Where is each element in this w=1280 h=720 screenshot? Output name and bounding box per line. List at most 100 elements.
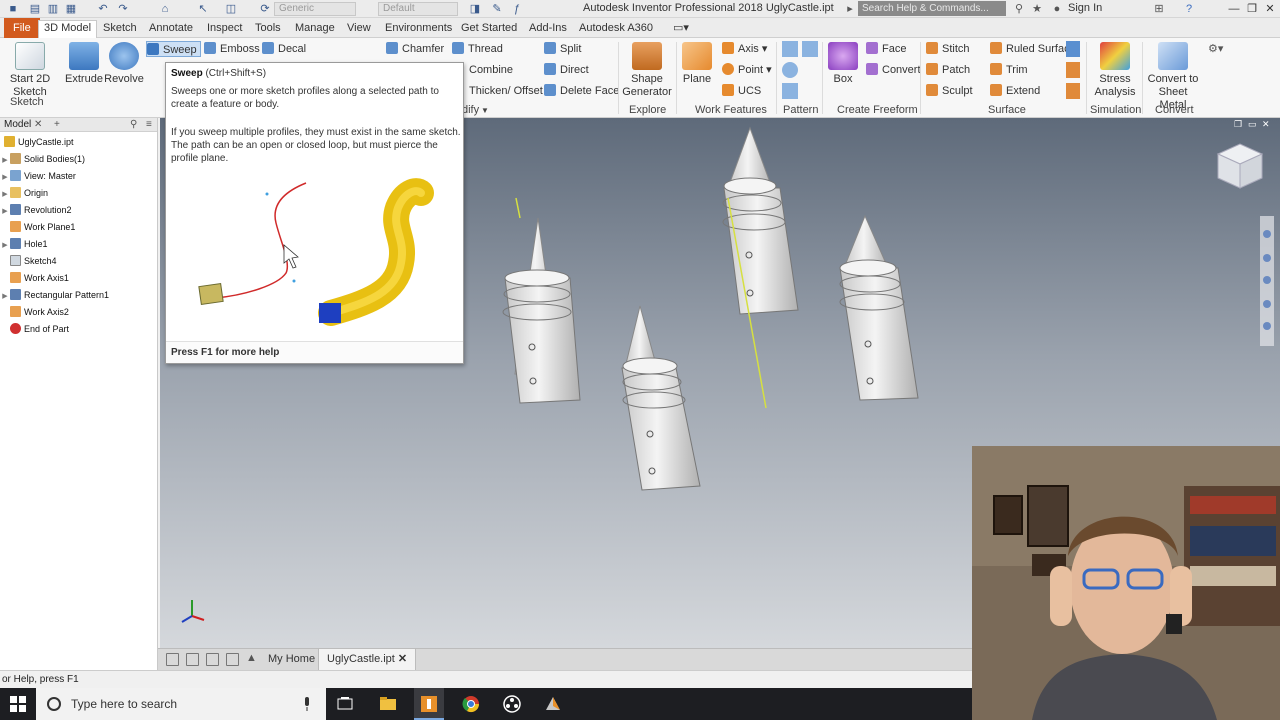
close-tab-icon[interactable]: ✕ bbox=[398, 653, 407, 665]
tab-environments[interactable]: Environments bbox=[380, 21, 457, 38]
tab-view[interactable]: View bbox=[342, 21, 376, 38]
box-button[interactable]: Box bbox=[828, 42, 858, 86]
expand-icon[interactable]: ▶ bbox=[0, 204, 10, 220]
minimize-icon[interactable]: — bbox=[1226, 1, 1242, 17]
tree-item-solid-bodies[interactable]: ▶ Solid Bodies(1) bbox=[0, 151, 85, 167]
tab-file[interactable]: File bbox=[4, 18, 40, 38]
expand-icon[interactable]: ▶ bbox=[0, 238, 10, 254]
tile-horizontal-icon[interactable] bbox=[166, 653, 179, 666]
expand-icon[interactable]: ▶ bbox=[0, 187, 10, 203]
point-button[interactable]: Point ▾ bbox=[722, 62, 772, 78]
circular-pattern-icon[interactable] bbox=[782, 62, 798, 78]
tree-item-rectangular-pattern1[interactable]: ▶ Rectangular Pattern1 bbox=[0, 287, 109, 303]
binoculars-icon[interactable]: ⚲ bbox=[1012, 2, 1026, 16]
home-icon[interactable]: ⌂ bbox=[158, 2, 172, 16]
app-menu-icon[interactable]: ■ bbox=[6, 2, 20, 16]
expand-icon[interactable]: ▶ bbox=[0, 170, 10, 186]
ruled-surface-button[interactable]: Ruled Surface bbox=[990, 41, 1076, 57]
user-icon[interactable]: ● bbox=[1050, 2, 1064, 16]
convert-button[interactable]: Convert bbox=[866, 62, 921, 78]
combine-button[interactable]: Combine bbox=[469, 62, 513, 78]
extend-button[interactable]: Extend bbox=[990, 83, 1040, 99]
chrome-icon[interactable] bbox=[461, 694, 481, 714]
viewport-close-icon[interactable]: ✕ bbox=[1262, 119, 1270, 129]
tree-item-origin[interactable]: ▶ Origin bbox=[0, 185, 48, 201]
tree-item-hole1[interactable]: ▶ Hole1 bbox=[0, 236, 48, 252]
tile-vertical-icon[interactable] bbox=[206, 653, 219, 666]
task-view-icon[interactable] bbox=[335, 694, 355, 714]
obs-icon[interactable] bbox=[502, 694, 522, 714]
material-dropdown[interactable]: Generic bbox=[274, 2, 356, 16]
app-icon[interactable] bbox=[543, 694, 563, 714]
tree-item-work-axis1[interactable]: Work Axis1 bbox=[0, 270, 69, 286]
thicken-offset-button[interactable]: Thicken/ Offset bbox=[469, 83, 543, 99]
cascade-icon[interactable] bbox=[226, 653, 239, 666]
thread-button[interactable]: Thread bbox=[452, 41, 503, 57]
tab-get-started[interactable]: Get Started bbox=[456, 21, 522, 38]
help-icon[interactable]: ? bbox=[1182, 2, 1196, 16]
microphone-icon[interactable] bbox=[302, 696, 312, 712]
triad-icon[interactable] bbox=[181, 600, 205, 623]
tree-item-sketch4[interactable]: Sketch4 bbox=[0, 253, 57, 269]
delete-face-button[interactable]: Delete Face bbox=[544, 83, 619, 99]
chamfer-button[interactable]: Chamfer bbox=[386, 41, 444, 57]
tab-inspect[interactable]: Inspect bbox=[202, 21, 247, 38]
stress-analysis-button[interactable]: Stress Analysis bbox=[1090, 42, 1140, 99]
expand-icon[interactable]: ▶ bbox=[0, 153, 10, 169]
axis-button[interactable]: Axis ▾ bbox=[722, 41, 767, 57]
navigation-bar[interactable] bbox=[1260, 216, 1274, 346]
browser-tab-model[interactable]: Model bbox=[4, 119, 31, 130]
mirror-icon[interactable] bbox=[802, 41, 818, 57]
tab-uglycastle[interactable]: UglyCastle.ipt ✕ bbox=[318, 649, 417, 670]
emboss-button[interactable]: Emboss bbox=[204, 41, 260, 57]
star-icon[interactable]: ★ bbox=[1030, 2, 1044, 16]
shape-generator-button[interactable]: Shape Generator bbox=[622, 42, 672, 99]
decal-button[interactable]: Decal bbox=[262, 41, 306, 57]
castle-tower[interactable] bbox=[502, 217, 581, 404]
sculpt-button[interactable]: Sculpt bbox=[926, 83, 973, 99]
browser-menu-icon[interactable]: ≡ bbox=[146, 119, 152, 130]
tab-annotate[interactable]: Annotate bbox=[144, 21, 198, 38]
repair-icon[interactable] bbox=[1066, 41, 1080, 57]
modify-panel-dropdown-icon[interactable]: ▼ bbox=[481, 106, 489, 115]
ucs-button[interactable]: UCS bbox=[722, 83, 761, 99]
work-axis-line[interactable] bbox=[515, 197, 521, 219]
inventor-taskbar-button[interactable] bbox=[414, 688, 444, 720]
new-icon[interactable]: ▤ bbox=[28, 2, 42, 16]
tab-3d-model[interactable]: 3D Model bbox=[38, 20, 98, 38]
redo-icon[interactable]: ↷ bbox=[116, 2, 130, 16]
stitch-button[interactable]: Stitch bbox=[926, 41, 970, 57]
split-button[interactable]: Split bbox=[544, 41, 581, 57]
start-2d-sketch-button[interactable]: Start 2D Sketch bbox=[6, 42, 54, 99]
appearance-dropdown[interactable]: Default bbox=[378, 2, 458, 16]
tab-my-home[interactable]: My Home bbox=[260, 649, 323, 670]
tab-autodesk-a360[interactable]: Autodesk A360 bbox=[574, 21, 658, 38]
sign-in-link[interactable]: Sign In bbox=[1068, 2, 1102, 14]
direct-button[interactable]: Direct bbox=[544, 62, 589, 78]
save-icon[interactable]: ▦ bbox=[64, 2, 78, 16]
close-browser-icon[interactable]: ✕ bbox=[34, 119, 42, 130]
convert-to-sheet-metal-button[interactable]: Convert to Sheet Metal bbox=[1144, 42, 1202, 112]
castle-tower[interactable] bbox=[722, 126, 799, 315]
tree-item-view[interactable]: ▶ View: Master bbox=[0, 168, 76, 184]
fx-icon[interactable]: ƒ bbox=[510, 2, 524, 16]
viewport-maximize-icon[interactable]: ▭ bbox=[1248, 119, 1257, 129]
close-icon[interactable]: ✕ bbox=[1262, 1, 1278, 17]
update-icon[interactable]: ⟳ bbox=[258, 2, 272, 16]
restore-icon[interactable]: ❐ bbox=[1244, 1, 1260, 17]
measure-icon[interactable]: ◫ bbox=[224, 2, 238, 16]
fit-mesh-icon[interactable] bbox=[1066, 62, 1080, 78]
search-icon[interactable]: ⚲ bbox=[130, 119, 137, 130]
select-icon[interactable]: ↖ bbox=[196, 2, 210, 16]
tree-item-work-plane1[interactable]: Work Plane1 bbox=[0, 219, 75, 235]
open-icon[interactable]: ▥ bbox=[46, 2, 60, 16]
viewport-restore-icon[interactable]: ❐ bbox=[1234, 119, 1242, 129]
tile-grid-icon[interactable] bbox=[186, 653, 199, 666]
ribbon-settings-icon[interactable]: ⚙▾ bbox=[1208, 41, 1223, 57]
tree-item-part[interactable]: UglyCastle.ipt bbox=[0, 134, 74, 150]
copy-object-icon[interactable] bbox=[1066, 83, 1080, 99]
windows-start-icon[interactable] bbox=[8, 694, 28, 714]
modify-panel-label[interactable]: dify bbox=[462, 104, 479, 116]
tab-tools[interactable]: Tools bbox=[250, 21, 286, 38]
trim-button[interactable]: Trim bbox=[990, 62, 1028, 78]
